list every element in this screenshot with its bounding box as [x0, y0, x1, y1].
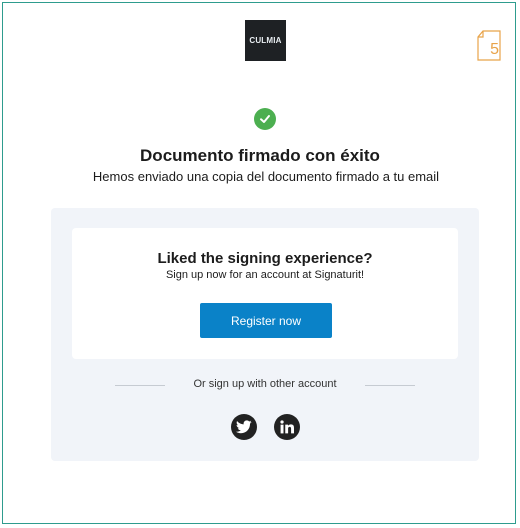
divider-line-right	[365, 385, 415, 386]
signup-subtitle: Sign up now for an account at Signaturit…	[165, 269, 365, 281]
linkedin-signup-button[interactable]	[274, 414, 300, 440]
register-now-button[interactable]: Register now	[200, 303, 332, 338]
page-number-badge: 5	[477, 30, 501, 61]
success-check-icon	[254, 108, 276, 130]
linkedin-icon	[280, 420, 294, 434]
signup-title: Liked the signing experience?	[157, 250, 373, 267]
alt-signup-text: Or sign up with other account	[193, 378, 337, 390]
status-subtitle: Hemos enviado una copia del documento fi…	[92, 169, 440, 184]
page-number: 5	[490, 41, 499, 58]
status-title: Documento firmado con éxito	[140, 146, 380, 165]
logo-text: CULMIA	[249, 36, 282, 45]
twitter-icon	[236, 420, 252, 434]
culmia-logo: CULMIA	[245, 20, 286, 61]
twitter-signup-button[interactable]	[231, 414, 257, 440]
alt-signup-divider: Or sign up with other account	[51, 378, 479, 392]
signup-panel: Liked the signing experience? Sign up no…	[51, 208, 479, 461]
signup-card: Liked the signing experience? Sign up no…	[72, 228, 458, 359]
